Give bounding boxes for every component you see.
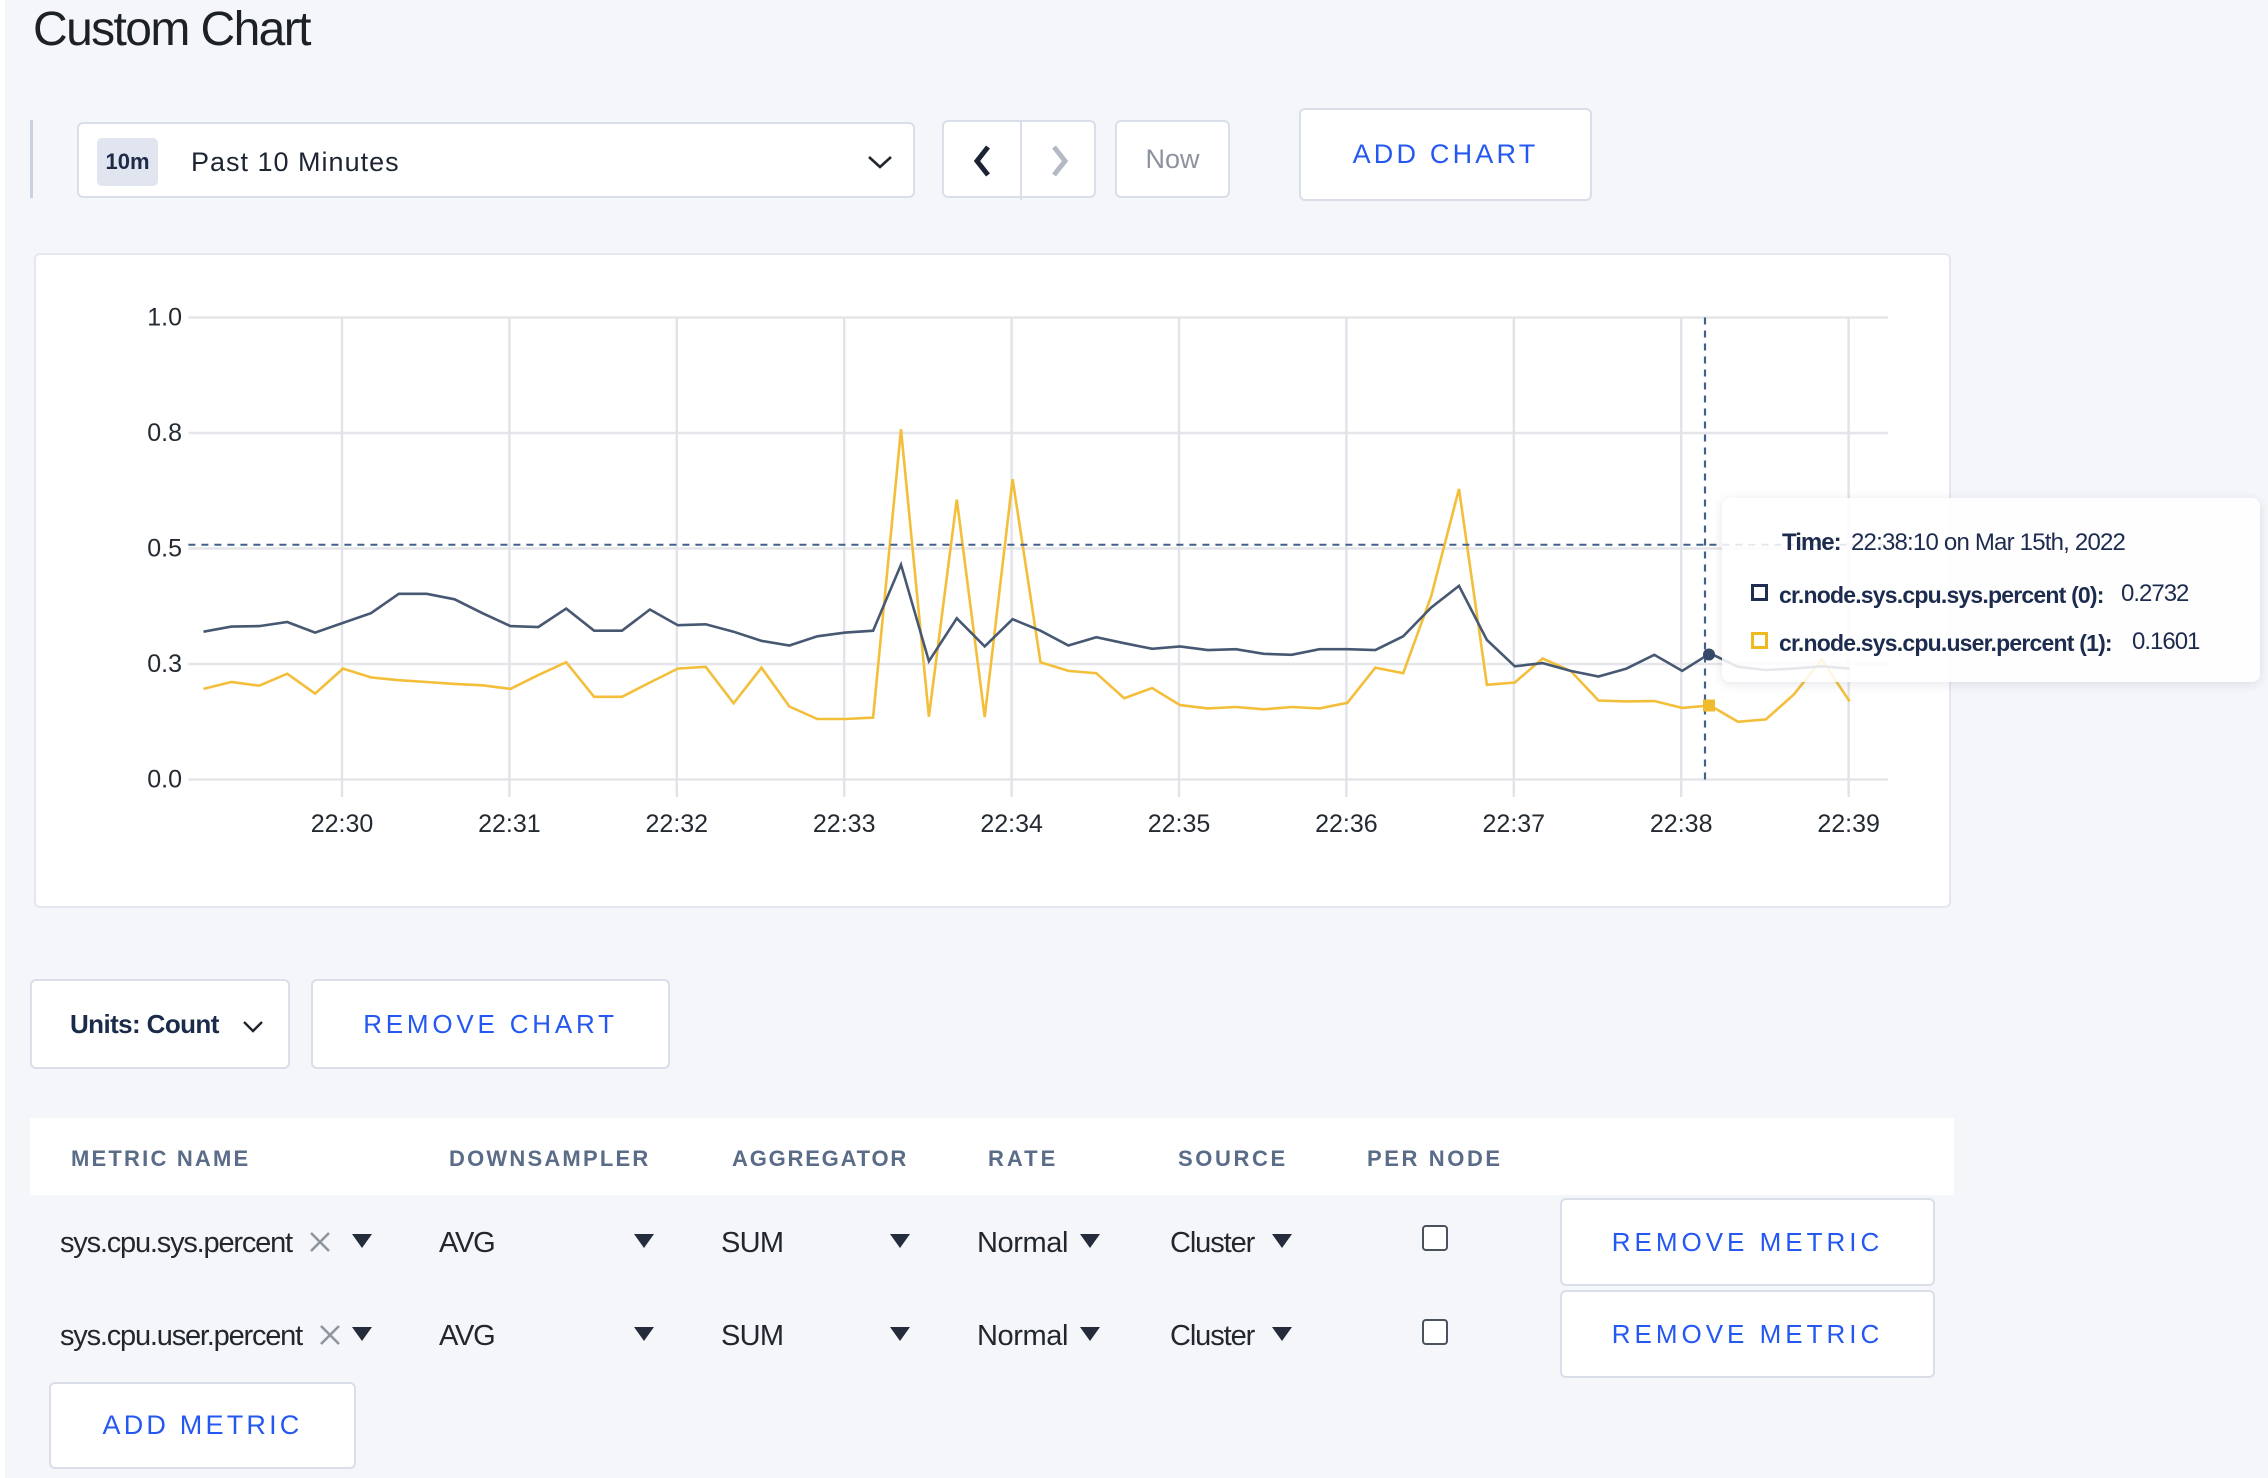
- svg-text:22:37: 22:37: [1483, 810, 1546, 838]
- svg-text:1.0: 1.0: [147, 304, 182, 332]
- svg-text:0.8: 0.8: [147, 419, 182, 447]
- svg-text:22:34: 22:34: [980, 810, 1043, 838]
- svg-text:22:36: 22:36: [1315, 810, 1378, 838]
- svg-text:0.5: 0.5: [147, 535, 182, 563]
- svg-text:22:33: 22:33: [813, 810, 876, 838]
- svg-text:0.0: 0.0: [147, 766, 182, 794]
- svg-text:22:31: 22:31: [478, 810, 541, 838]
- svg-text:22:39: 22:39: [1817, 810, 1880, 838]
- svg-text:22:35: 22:35: [1148, 810, 1211, 838]
- svg-text:22:30: 22:30: [311, 810, 374, 838]
- svg-text:22:32: 22:32: [646, 810, 709, 838]
- svg-text:22:38: 22:38: [1650, 810, 1713, 838]
- svg-text:0.3: 0.3: [147, 650, 182, 678]
